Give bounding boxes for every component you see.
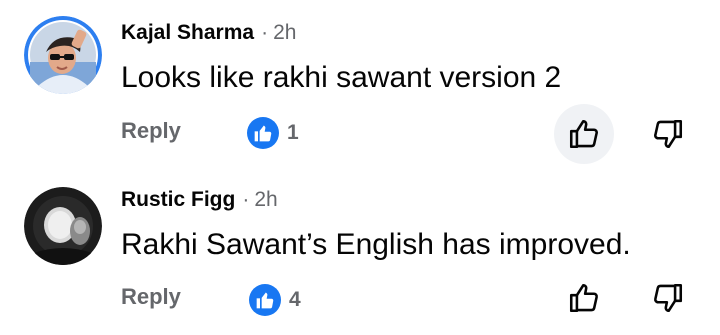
reply-button[interactable]: Reply xyxy=(121,118,181,144)
comment-item: Kajal Sharma · 2h Looks like rakhi sawant … xyxy=(0,0,720,167)
profile-photo-icon xyxy=(24,187,102,265)
separator-dot: · xyxy=(261,21,269,44)
downvote-button[interactable] xyxy=(638,268,698,328)
comment-header: Rustic Figg · 2h xyxy=(121,187,278,213)
thumbs-up-icon xyxy=(569,283,598,313)
downvote-button[interactable] xyxy=(638,104,698,164)
author-name[interactable]: Kajal Sharma xyxy=(121,21,254,44)
avatar[interactable] xyxy=(24,16,102,94)
like-reaction-icon xyxy=(249,284,281,316)
thumbs-down-icon xyxy=(654,283,683,313)
comment-text: Looks like rakhi sawant version 2 xyxy=(121,61,562,94)
reply-button[interactable]: Reply xyxy=(121,284,181,310)
separator-dot: · xyxy=(242,188,250,211)
timestamp[interactable]: 2h xyxy=(254,188,277,211)
reaction-count: 1 xyxy=(287,121,299,144)
upvote-button[interactable] xyxy=(554,104,614,164)
timestamp[interactable]: 2h xyxy=(273,21,296,44)
reaction-summary[interactable]: 4 xyxy=(249,284,301,316)
reaction-count: 4 xyxy=(289,288,301,311)
profile-photo-icon xyxy=(24,16,102,94)
thumbs-up-icon xyxy=(569,119,598,149)
reaction-summary[interactable]: 1 xyxy=(247,117,299,149)
author-name[interactable]: Rustic Figg xyxy=(121,188,235,211)
avatar[interactable] xyxy=(24,187,102,265)
like-reaction-icon xyxy=(247,117,279,149)
comment-header: Kajal Sharma · 2h xyxy=(121,20,296,46)
comment-text: Rakhi Sawant’s English has improved. xyxy=(121,228,631,261)
thumbs-down-icon xyxy=(654,119,683,149)
upvote-button[interactable] xyxy=(554,268,614,328)
comment-item: Rustic Figg · 2h Rakhi Sawant’s English ha… xyxy=(0,167,720,334)
